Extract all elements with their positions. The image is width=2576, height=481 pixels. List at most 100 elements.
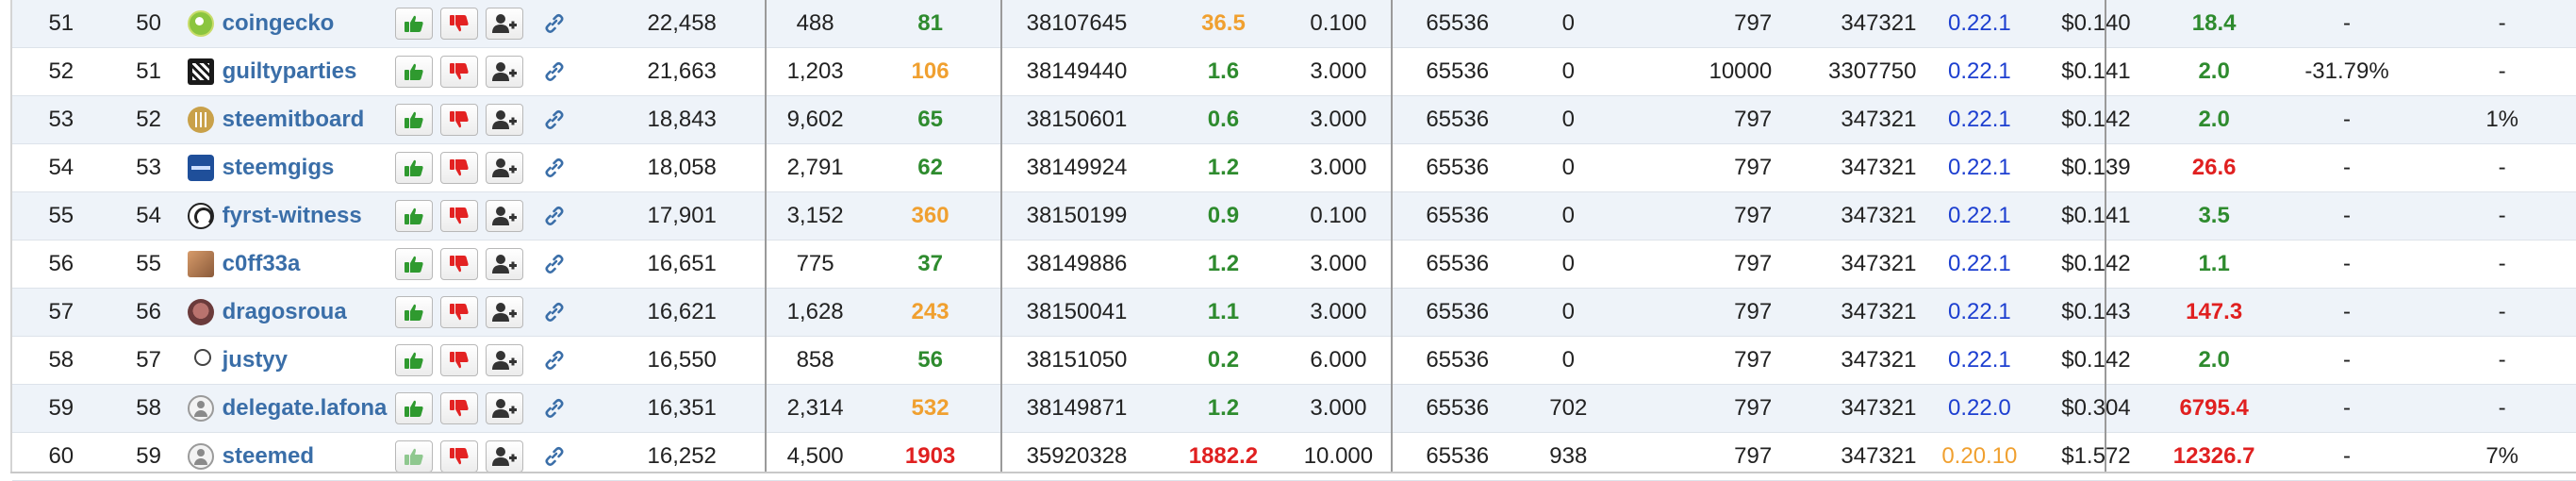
proxy-button[interactable] <box>485 392 523 424</box>
voters-cell: 1,203 <box>751 47 880 96</box>
witness-name-wrap: c0ff33a <box>187 251 391 277</box>
change-cell: - <box>2265 336 2429 385</box>
vote-button[interactable] <box>394 440 433 473</box>
block-size-cell: 65536 <box>1402 384 1512 433</box>
action-buttons <box>391 200 613 232</box>
thumbs-down-icon <box>449 110 470 129</box>
sbd-base-cell: 3307750 <box>1785 47 1930 96</box>
unvote-button[interactable] <box>439 152 478 184</box>
unvote-button[interactable] <box>439 200 478 232</box>
unvote-button[interactable] <box>439 344 478 376</box>
avatar <box>187 395 214 422</box>
chain-link-icon[interactable] <box>544 12 565 35</box>
chain-link-icon[interactable] <box>544 397 565 420</box>
proxy-button[interactable] <box>485 104 523 136</box>
witness-name-link[interactable]: steemed <box>223 443 314 470</box>
witness-name-cell: steemitboard <box>187 95 391 144</box>
price-feed-cell: $0.139 <box>2029 143 2163 192</box>
sbd-interest-cell: 797 <box>1624 95 1786 144</box>
sbd-rate-cell: 0 <box>1511 288 1625 337</box>
witness-name-link[interactable]: coingecko <box>223 10 335 37</box>
voters-cell: 488 <box>751 0 880 48</box>
change-cell: -31.79% <box>2265 47 2429 96</box>
chain-link-icon[interactable] <box>544 60 565 83</box>
chain-link-icon[interactable] <box>544 253 565 275</box>
add-user-icon <box>491 13 517 34</box>
voters-cell: 775 <box>751 240 880 289</box>
action-buttons <box>391 56 613 88</box>
extra-cell: 1% <box>2428 95 2576 144</box>
vote-button[interactable] <box>394 248 433 280</box>
votes-cell: 16,651 <box>612 240 751 289</box>
witness-name-link[interactable]: dragosroua <box>223 299 347 325</box>
witness-table-frame: 51 50 coingecko 22,458 488 81 38107645 36.5 0.10… <box>0 0 2576 481</box>
vote-button[interactable] <box>394 344 433 376</box>
chain-link-icon[interactable] <box>544 349 565 372</box>
version-cell: 0.22.1 <box>1929 0 2030 48</box>
witness-name-link[interactable]: delegate.lafona <box>223 395 388 422</box>
hours-cell: 0.6 <box>1172 95 1275 144</box>
unvote-button[interactable] <box>439 8 478 40</box>
vote-button[interactable] <box>394 104 433 136</box>
action-buttons <box>391 8 613 40</box>
chain-link-icon[interactable] <box>544 301 565 323</box>
proxy-button[interactable] <box>485 152 523 184</box>
vote-button[interactable] <box>394 296 433 328</box>
witness-name-link[interactable]: steemitboard <box>223 107 365 133</box>
sbd-interest-cell: 797 <box>1624 240 1786 289</box>
proxy-button[interactable] <box>485 344 523 376</box>
proxy-button[interactable] <box>485 296 523 328</box>
proxy-button[interactable] <box>485 200 523 232</box>
witness-name-link[interactable]: justyy <box>223 347 288 373</box>
witness-name-link[interactable]: guiltyparties <box>223 58 357 85</box>
vote-button[interactable] <box>394 392 433 424</box>
unvote-button[interactable] <box>439 248 478 280</box>
rank-cell: 53 <box>12 95 110 144</box>
thumbs-down-icon <box>449 158 470 177</box>
account-fee-cell: 6.000 <box>1274 336 1403 385</box>
column-divider <box>1391 0 1393 472</box>
witness-name-link[interactable]: c0ff33a <box>223 251 301 277</box>
version-cell: 0.22.1 <box>1929 95 2030 144</box>
chain-link-icon[interactable] <box>544 108 565 131</box>
sbd-base-cell: 347321 <box>1785 191 1930 240</box>
unvote-button[interactable] <box>439 392 478 424</box>
unvote-button[interactable] <box>439 104 478 136</box>
table-row: 57 56 dragosroua 16,621 1,628 243 38150041 1.1 3… <box>12 288 2576 337</box>
witness-name-link[interactable]: steemgigs <box>223 155 335 181</box>
sbd-rate-cell: 0 <box>1511 143 1625 192</box>
vote-button[interactable] <box>394 152 433 184</box>
previous-rank-cell: 56 <box>109 288 188 337</box>
unvote-button[interactable] <box>439 56 478 88</box>
witness-name-wrap: guiltyparties <box>187 58 391 85</box>
last-block-cell: 38149924 <box>981 143 1173 192</box>
avatar <box>187 299 214 325</box>
sbd-base-cell: 347321 <box>1785 240 1930 289</box>
version-cell: 0.22.1 <box>1929 288 2030 337</box>
witness-name-cell: delegate.lafona <box>187 384 391 433</box>
thumbs-up-icon <box>404 158 424 177</box>
thumbs-up-icon <box>404 351 424 370</box>
version-cell: 0.22.1 <box>1929 47 2030 96</box>
witness-name-wrap: steemed <box>187 443 391 470</box>
version-cell: 0.22.1 <box>1929 336 2030 385</box>
proxy-button[interactable] <box>485 8 523 40</box>
unvote-button[interactable] <box>439 440 478 473</box>
unvote-button[interactable] <box>439 296 478 328</box>
sbd-interest-cell: 797 <box>1624 143 1786 192</box>
vote-button[interactable] <box>394 56 433 88</box>
vote-button[interactable] <box>394 200 433 232</box>
votes-cell: 16,351 <box>612 384 751 433</box>
rank-cell: 56 <box>12 240 110 289</box>
chain-link-icon[interactable] <box>544 157 565 179</box>
vote-button[interactable] <box>394 8 433 40</box>
proxy-button[interactable] <box>485 56 523 88</box>
proxy-button[interactable] <box>485 248 523 280</box>
witness-name-link[interactable]: fyrst-witness <box>223 203 362 229</box>
thumbs-down-icon <box>449 255 470 274</box>
chain-link-icon[interactable] <box>544 445 565 468</box>
chain-link-icon[interactable] <box>544 205 565 227</box>
add-user-icon <box>491 61 517 82</box>
proxy-button[interactable] <box>485 440 523 473</box>
thumbs-up-icon <box>404 303 424 322</box>
